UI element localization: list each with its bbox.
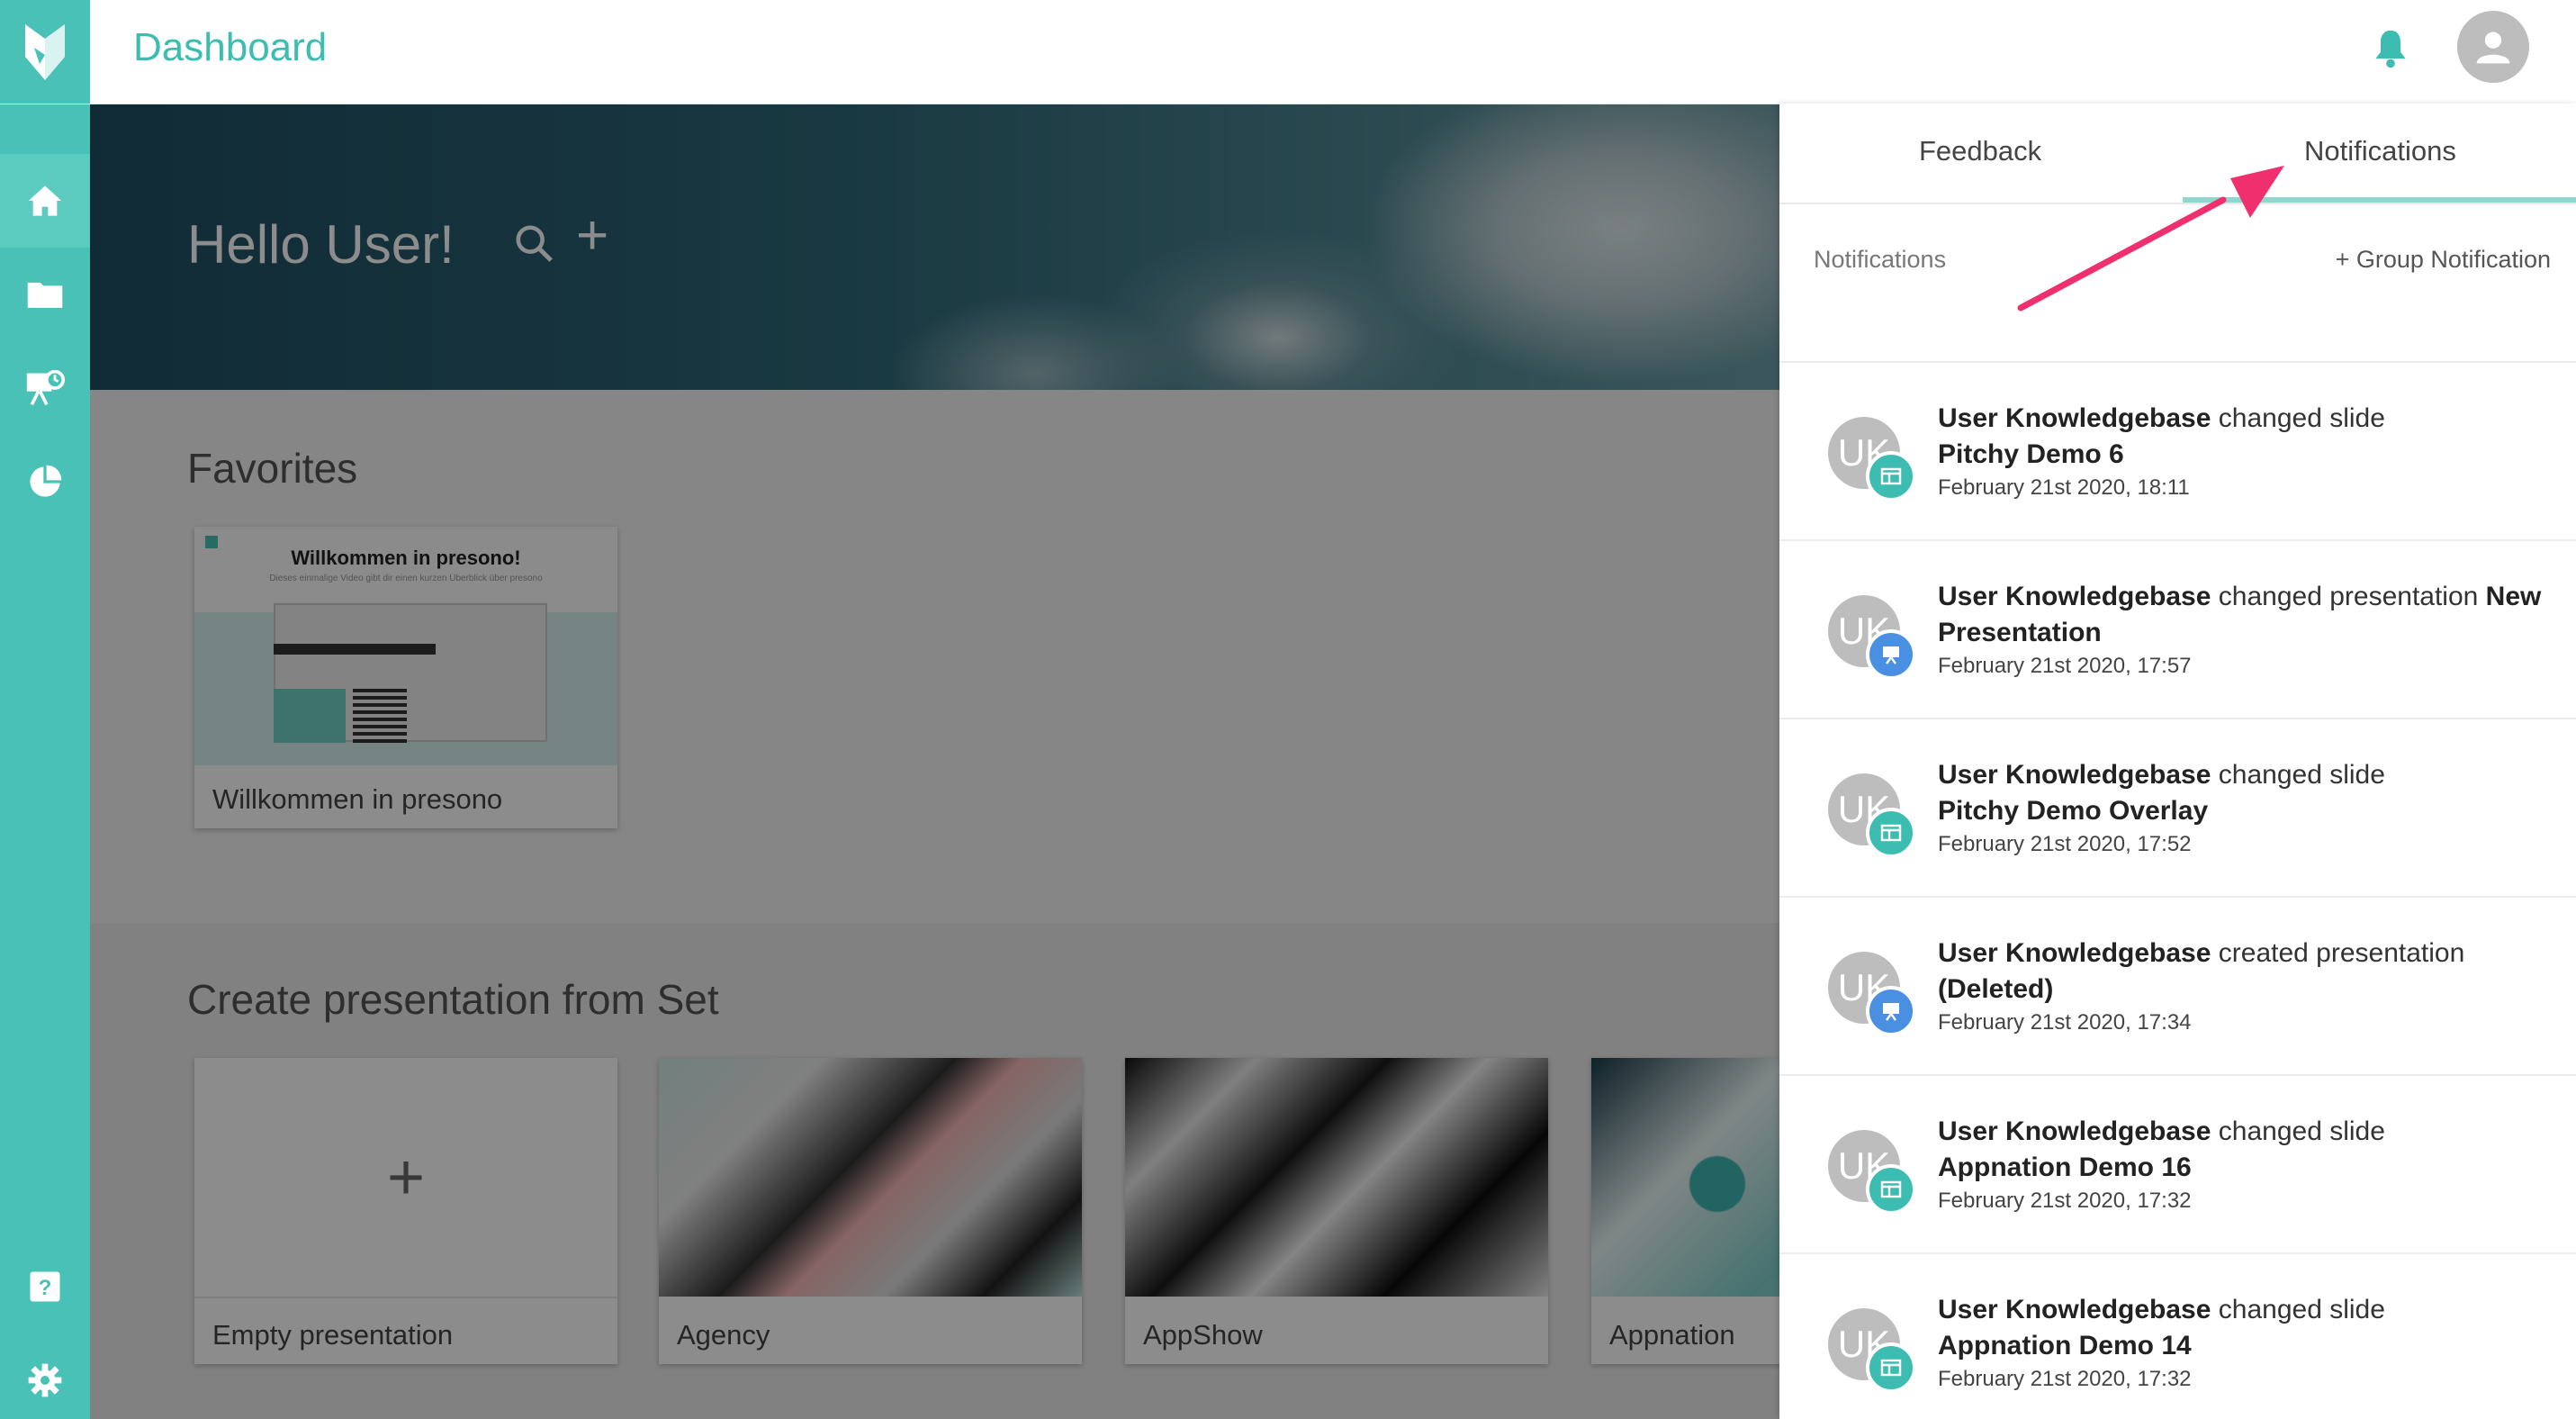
notification-date: February 21st 2020, 17:32 bbox=[1938, 1189, 2192, 1213]
notification-date: February 21st 2020, 18:11 bbox=[1938, 475, 2190, 500]
notification-item[interactable]: UK User Knowledgebase changed presentati… bbox=[1779, 541, 2576, 719]
folder-icon bbox=[27, 282, 63, 308]
notification-text: User Knowledgebase changed slide Pitchy … bbox=[1938, 401, 2550, 503]
notification-date: February 21st 2020, 17:34 bbox=[1938, 1010, 2192, 1035]
notification-user: User Knowledgebase bbox=[1938, 582, 2211, 611]
sidebar-item-settings[interactable] bbox=[0, 1333, 90, 1419]
sidebar: ? bbox=[0, 104, 90, 1419]
notification-item[interactable]: UK User Knowledgebase changed slide Appn… bbox=[1779, 1076, 2576, 1254]
notification-date: February 21st 2020, 17:57 bbox=[1938, 654, 2192, 678]
presentation-badge-icon bbox=[1866, 986, 1916, 1036]
slide-badge-icon bbox=[1866, 808, 1916, 858]
notification-user: User Knowledgebase bbox=[1938, 403, 2211, 433]
sidebar-item-files[interactable] bbox=[0, 248, 90, 341]
presentation-timer-icon bbox=[26, 369, 65, 406]
notification-user: User Knowledgebase bbox=[1938, 1116, 2211, 1146]
gear-icon bbox=[28, 1363, 62, 1397]
presentation-badge-icon bbox=[1866, 629, 1916, 680]
notification-date: February 21st 2020, 17:32 bbox=[1938, 1367, 2192, 1391]
notification-action: changed presentation bbox=[2211, 582, 2486, 611]
notification-action: changed slide bbox=[2211, 1295, 2385, 1324]
notification-user: User Knowledgebase bbox=[1938, 938, 2211, 968]
notification-action: changed slide bbox=[2211, 1116, 2385, 1146]
notification-target: Appnation Demo 14 bbox=[1938, 1331, 2192, 1360]
panel-tabs: Feedback Notifications bbox=[1779, 104, 2576, 204]
notification-item[interactable]: UK User Knowledgebase created presentati… bbox=[1779, 898, 2576, 1076]
app-window: Dashboard ? Hello User! + Favorites Will… bbox=[0, 0, 2576, 1419]
notification-user: User Knowledgebase bbox=[1938, 1295, 2211, 1324]
tab-notifications[interactable]: Notifications bbox=[2304, 135, 2456, 167]
bell-icon[interactable] bbox=[2371, 27, 2410, 70]
user-avatar-icon[interactable] bbox=[2457, 11, 2529, 83]
notification-user: User Knowledgebase bbox=[1938, 760, 2211, 790]
notification-action: created presentation bbox=[2211, 938, 2465, 968]
notification-text: User Knowledgebase changed slide Appnati… bbox=[1938, 1292, 2550, 1395]
notification-action: changed slide bbox=[2211, 760, 2385, 790]
notification-text: User Knowledgebase changed slide Appnati… bbox=[1938, 1114, 2550, 1216]
notification-text: User Knowledgebase changed slide Pitchy … bbox=[1938, 757, 2550, 860]
slide-badge-icon bbox=[1866, 451, 1916, 502]
notification-text: User Knowledgebase changed presentation … bbox=[1938, 579, 2550, 682]
group-notification-button[interactable]: + Group Notification bbox=[2336, 246, 2551, 274]
page-title: Dashboard bbox=[133, 25, 328, 69]
top-bar: Dashboard bbox=[0, 0, 2576, 104]
notification-item[interactable]: UK User Knowledgebase changed slide Appn… bbox=[1779, 1254, 2576, 1419]
slide-badge-icon bbox=[1866, 1342, 1916, 1393]
notification-action: changed slide bbox=[2211, 403, 2385, 433]
sidebar-item-help[interactable]: ? bbox=[0, 1240, 90, 1333]
home-icon bbox=[28, 185, 62, 216]
notification-text: User Knowledgebase created presentation … bbox=[1938, 935, 2550, 1038]
notification-target: (Deleted) bbox=[1938, 974, 2054, 1004]
notification-target: Appnation Demo 16 bbox=[1938, 1152, 2192, 1182]
sidebar-item-presentations[interactable] bbox=[0, 341, 90, 435]
tab-feedback[interactable]: Feedback bbox=[1919, 135, 2041, 167]
slide-badge-icon bbox=[1866, 1164, 1916, 1215]
fox-logo-icon[interactable] bbox=[0, 0, 90, 104]
notifications-subtitle: Notifications bbox=[1814, 246, 1947, 273]
notification-target: Pitchy Demo 6 bbox=[1938, 439, 2124, 469]
notification-item[interactable]: UK User Knowledgebase changed slide Pitc… bbox=[1779, 363, 2576, 541]
modal-backdrop[interactable] bbox=[90, 104, 1779, 1419]
notifications-panel: Feedback Notifications Notifications + G… bbox=[1779, 104, 2576, 1419]
svg-text:?: ? bbox=[39, 1276, 52, 1300]
pie-chart-icon bbox=[30, 465, 62, 497]
notification-target: Pitchy Demo Overlay bbox=[1938, 796, 2209, 826]
sidebar-item-analytics[interactable] bbox=[0, 435, 90, 529]
notification-date: February 21st 2020, 17:52 bbox=[1938, 832, 2192, 856]
sidebar-item-home[interactable] bbox=[0, 154, 90, 248]
notification-item[interactable]: UK User Knowledgebase changed slide Pitc… bbox=[1779, 719, 2576, 898]
help-icon: ? bbox=[30, 1271, 60, 1302]
